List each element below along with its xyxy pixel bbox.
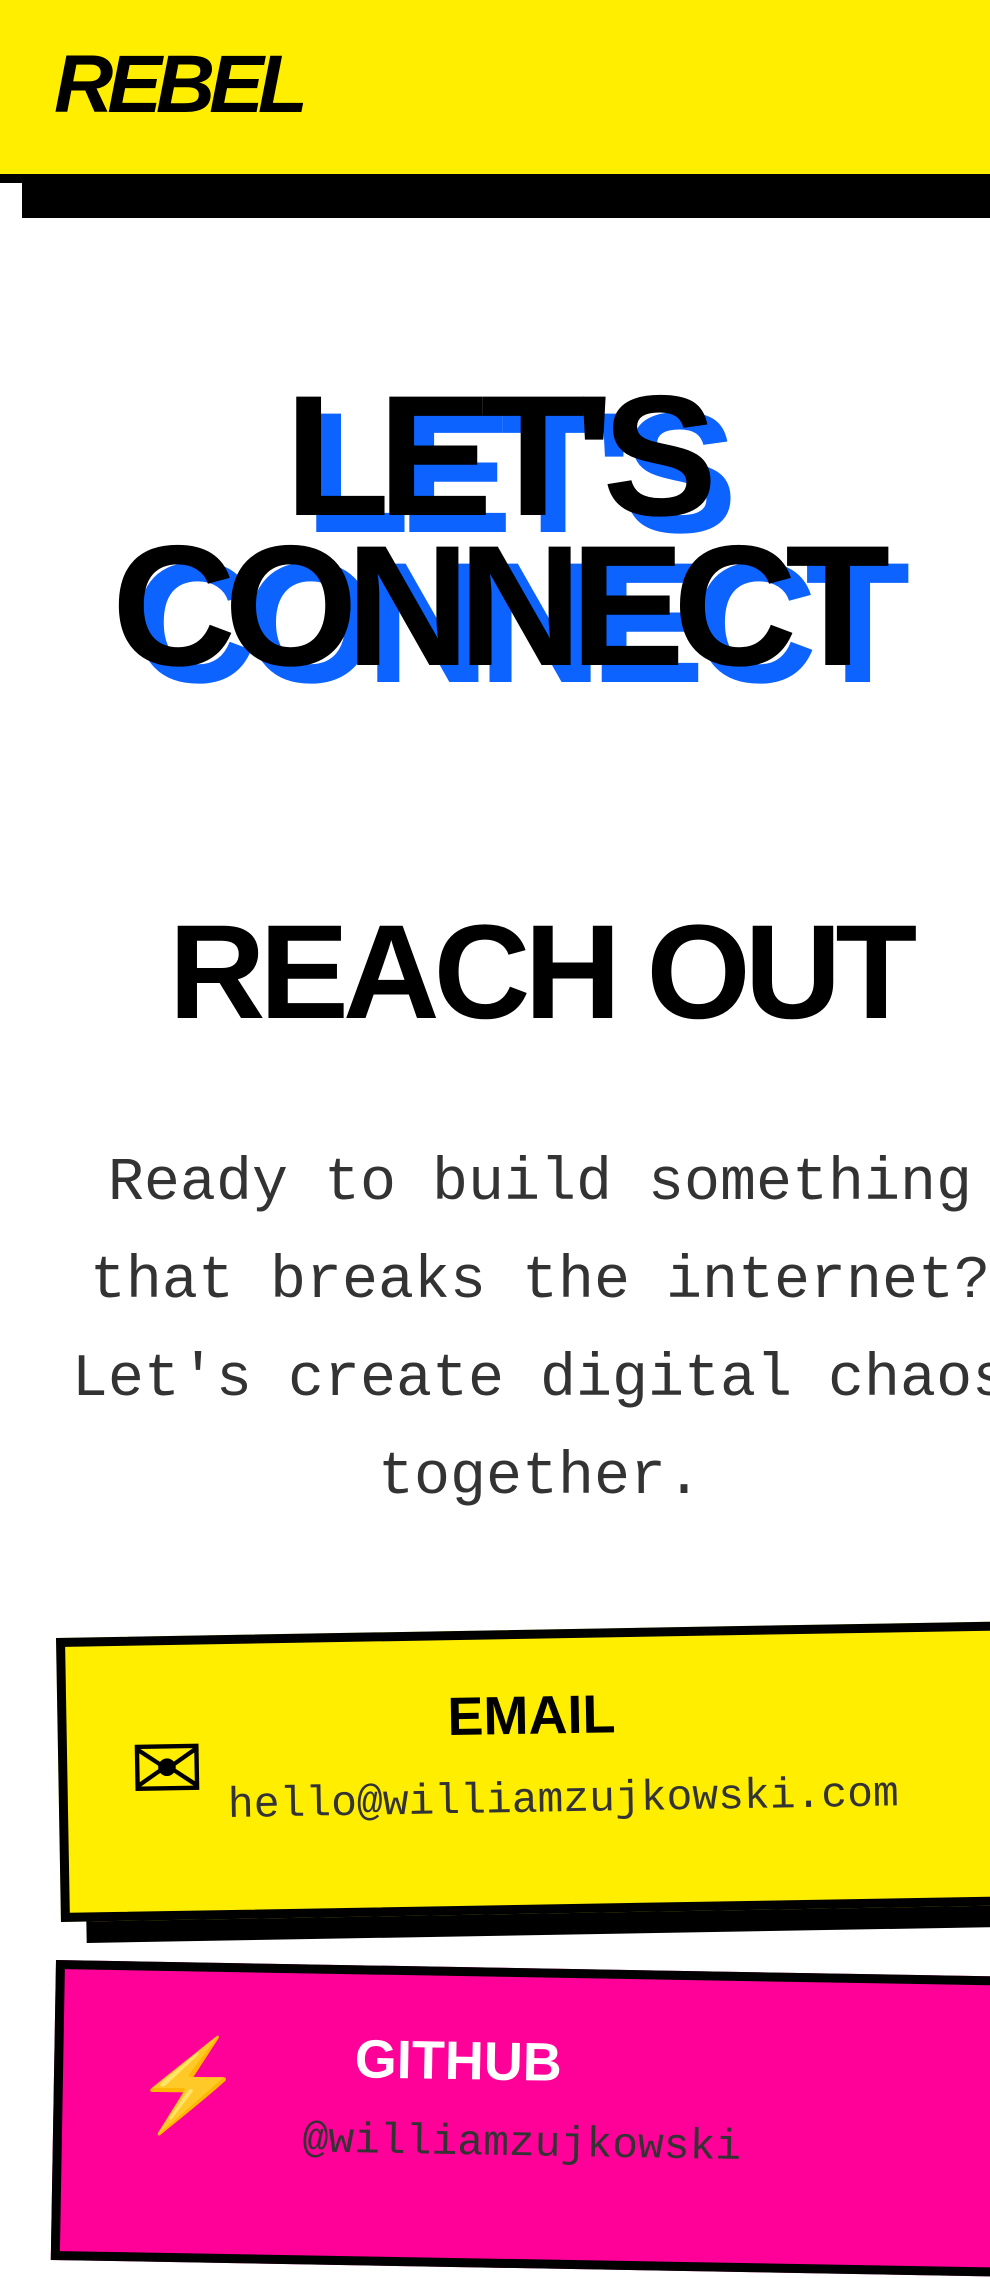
reach-out-text: Ready to build something that breaks the… (71, 1150, 990, 1512)
envelope-icon: ✉ (128, 1719, 206, 1821)
hero-heading: LET'S CONNECT LET'S CONNECT (0, 370, 990, 710)
site-header: REBEL (0, 0, 990, 183)
email-card-title: EMAIL (446, 1684, 616, 1748)
hero-line2: CONNECT (111, 510, 890, 702)
github-card[interactable]: ⚡ GITHUB @williamzujkowski (50, 1960, 990, 2278)
email-address: hello@williamzujkowski.com (227, 1769, 900, 1831)
reach-out-title: REACH OUT (168, 898, 918, 1047)
github-handle: @williamzujkowski (302, 2115, 742, 2172)
site-logo[interactable]: REBEL (54, 44, 308, 126)
github-card-title: GITHUB (354, 2029, 563, 2093)
email-card[interactable]: ✉ EMAIL hello@williamzujkowski.com (56, 1620, 990, 1922)
